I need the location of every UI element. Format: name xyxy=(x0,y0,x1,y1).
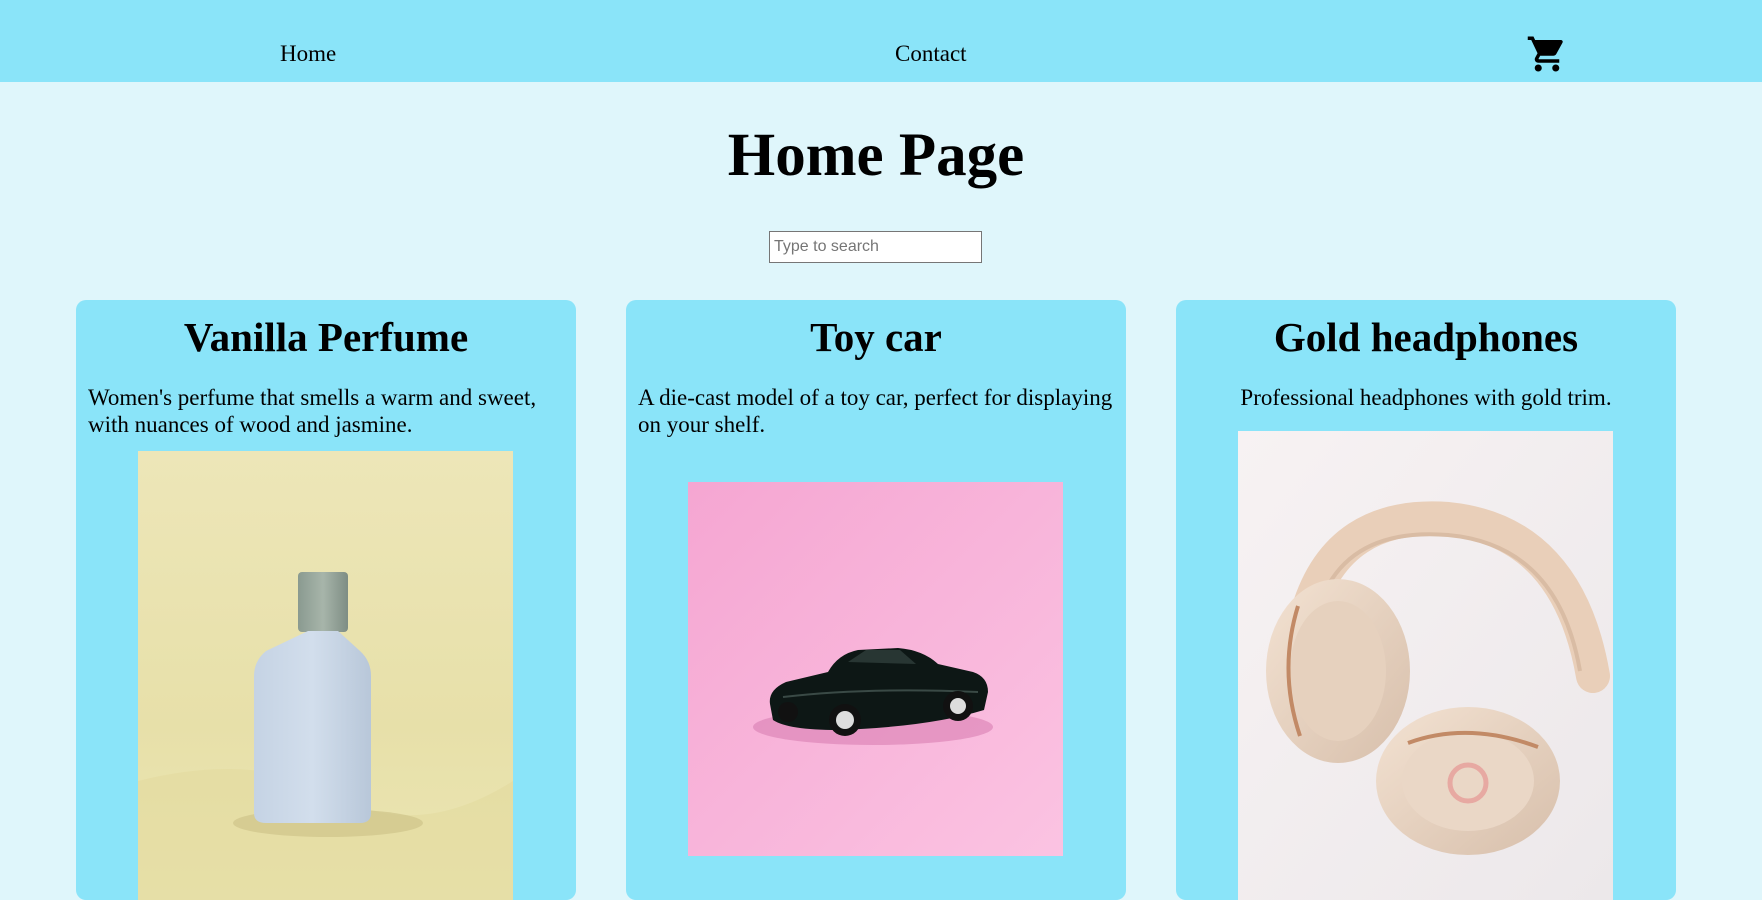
nav-link-home[interactable]: Home xyxy=(280,41,336,67)
product-title: Vanilla Perfume xyxy=(183,314,469,360)
product-card-gold-headphones[interactable]: Gold headphones Professional headphones … xyxy=(1176,300,1676,900)
headphones-image xyxy=(1238,431,1613,900)
search-input[interactable] xyxy=(769,231,982,263)
product-title: Gold headphones xyxy=(1273,314,1579,360)
product-card-toy-car[interactable]: Toy car A die-cast model of a toy car, p… xyxy=(626,300,1126,900)
page-title: Home Page xyxy=(727,122,1025,189)
product-title: Toy car xyxy=(810,314,942,360)
product-description: A die-cast model of a toy car, perfect f… xyxy=(638,385,1113,437)
navbar: Home Contact xyxy=(0,0,1762,82)
nav-link-contact[interactable]: Contact xyxy=(895,41,967,67)
toy-car-image xyxy=(688,482,1063,856)
perfume-bottle-image xyxy=(138,451,513,900)
product-card-vanilla-perfume[interactable]: Vanilla Perfume Women's perfume that sme… xyxy=(76,300,576,900)
shopping-cart-icon[interactable] xyxy=(1525,33,1569,75)
product-description: Women's perfume that smells a warm and s… xyxy=(88,385,537,437)
product-description: Professional headphones with gold trim. xyxy=(1240,385,1612,410)
